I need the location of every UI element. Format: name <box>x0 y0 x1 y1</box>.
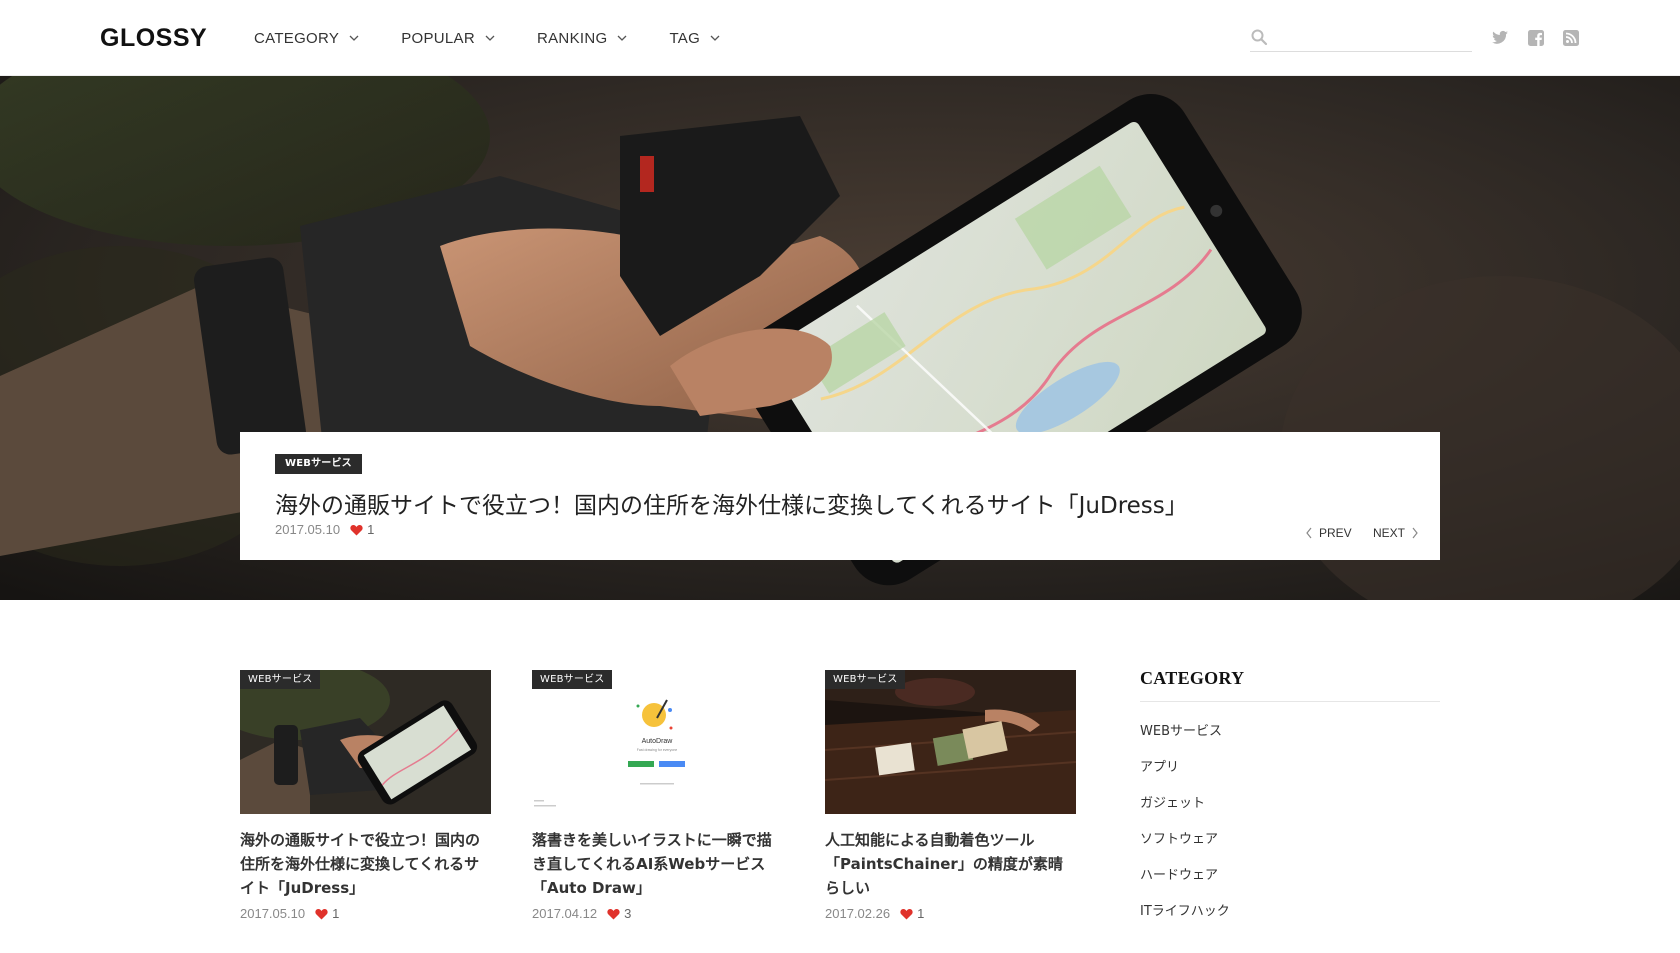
search-input[interactable] <box>1276 26 1466 48</box>
category-badge[interactable]: WEBサービス <box>825 670 906 689</box>
category-item[interactable]: ガジェット <box>1140 786 1440 822</box>
category-item[interactable]: ソフトウェア <box>1140 822 1440 858</box>
like-count: 1 <box>367 522 375 537</box>
category-badge[interactable]: WEBサービス <box>532 670 613 689</box>
sidebar-title: CATEGORY <box>1140 668 1440 702</box>
sidebar-category: CATEGORY WEBサービス アプリ ガジェット ソフトウェア ハードウェア… <box>1140 668 1440 930</box>
hero-slider[interactable]: WEBサービス 海外の通販サイトで役立つ！国内の住所を海外仕様に変換してくれるサ… <box>0 76 1680 600</box>
article-image: AutoDraw Fast drawing for everyone <box>532 670 783 814</box>
category-item[interactable]: ITライフハック <box>1140 894 1440 930</box>
article-card[interactable]: WEBサービス 海外の通販サイトで役立つ！国内の住所を海外仕様に変換してくれるサ… <box>240 670 491 921</box>
category-list: WEBサービス アプリ ガジェット ソフトウェア ハードウェア ITライフハック <box>1140 714 1440 930</box>
heart-icon[interactable] <box>350 524 363 536</box>
like-count: 3 <box>624 906 632 921</box>
autodraw-tagline: Fast drawing for everyone <box>637 748 678 752</box>
category-item[interactable]: WEBサービス <box>1140 714 1440 750</box>
category-badge[interactable]: WEBサービス <box>240 670 321 689</box>
article-title[interactable]: 落書きを美しいイラストに一瞬で描き直してくれるAI系Webサービス「Auto D… <box>532 828 783 900</box>
post-date: 2017.05.10 <box>240 906 306 921</box>
category-item[interactable]: ハードウェア <box>1140 858 1440 894</box>
article-image <box>825 670 1076 814</box>
article-thumbnail[interactable]: AutoDraw Fast drawing for everyone WEBサー… <box>532 670 783 814</box>
prev-label: PREV <box>1319 526 1352 540</box>
chevron-down-icon <box>349 35 359 41</box>
nav-ranking-label: RANKING <box>537 29 608 47</box>
rss-icon[interactable] <box>1561 28 1581 48</box>
article-thumbnail[interactable]: WEBサービス <box>825 670 1076 814</box>
like-count: 1 <box>917 906 925 921</box>
chevron-left-icon <box>1306 527 1312 539</box>
site-logo[interactable]: GLOSSY <box>100 24 207 53</box>
post-date: 2017.05.10 <box>275 522 341 537</box>
category-badge[interactable]: WEBサービス <box>275 454 362 474</box>
search-box <box>1250 24 1472 52</box>
post-meta: 2017.05.10 1 <box>275 522 374 537</box>
next-button[interactable]: NEXT <box>1373 526 1419 540</box>
article-thumbnail[interactable]: WEBサービス <box>240 670 491 814</box>
prev-button[interactable]: PREV <box>1305 526 1352 540</box>
nav-tag[interactable]: TAG <box>669 30 722 47</box>
nav-popular[interactable]: POPULAR <box>401 30 497 47</box>
main-nav: CATEGORY POPULAR RANKING TAG <box>254 0 762 76</box>
nav-category-label: CATEGORY <box>254 29 340 47</box>
chevron-down-icon <box>617 35 627 41</box>
article-title[interactable]: 海外の通販サイトで役立つ！国内の住所を海外仕様に変換してくれるサイト「JuDre… <box>240 828 491 900</box>
article-image <box>240 670 491 814</box>
heart-icon[interactable] <box>900 908 913 920</box>
twitter-icon[interactable] <box>1490 28 1510 48</box>
post-meta: 2017.02.26 1 <box>825 906 1076 921</box>
heart-icon[interactable] <box>607 908 620 920</box>
featured-post-title[interactable]: 海外の通販サイトで役立つ！国内の住所を海外仕様に変換してくれるサイト「JuDre… <box>275 486 1188 520</box>
search-icon[interactable] <box>1250 28 1268 46</box>
like-count: 1 <box>332 906 340 921</box>
featured-post-card[interactable]: WEBサービス 海外の通販サイトで役立つ！国内の住所を海外仕様に変換してくれるサ… <box>240 432 1440 560</box>
nav-ranking[interactable]: RANKING <box>537 30 629 47</box>
nav-tag-label: TAG <box>669 29 701 47</box>
nav-category[interactable]: CATEGORY <box>254 30 361 47</box>
chevron-down-icon <box>710 35 720 41</box>
autodraw-app-name: AutoDraw <box>642 738 674 745</box>
post-meta: 2017.05.10 1 <box>240 906 491 921</box>
article-card[interactable]: AutoDraw Fast drawing for everyone WEBサー… <box>532 670 783 921</box>
heart-icon[interactable] <box>315 908 328 920</box>
article-card[interactable]: WEBサービス 人工知能による自動着色ツール「PaintsChainer」の精度… <box>825 670 1076 921</box>
article-title[interactable]: 人工知能による自動着色ツール「PaintsChainer」の精度が素晴らしい <box>825 828 1076 900</box>
post-date: 2017.02.26 <box>825 906 891 921</box>
site-header: GLOSSY CATEGORY POPULAR RANKING TAG <box>0 0 1680 76</box>
facebook-icon[interactable] <box>1526 28 1546 48</box>
post-meta: 2017.04.12 3 <box>532 906 783 921</box>
post-date: 2017.04.12 <box>532 906 598 921</box>
chevron-right-icon <box>1412 527 1418 539</box>
nav-popular-label: POPULAR <box>401 29 475 47</box>
category-item[interactable]: アプリ <box>1140 750 1440 786</box>
next-label: NEXT <box>1373 526 1406 540</box>
chevron-down-icon <box>485 35 495 41</box>
